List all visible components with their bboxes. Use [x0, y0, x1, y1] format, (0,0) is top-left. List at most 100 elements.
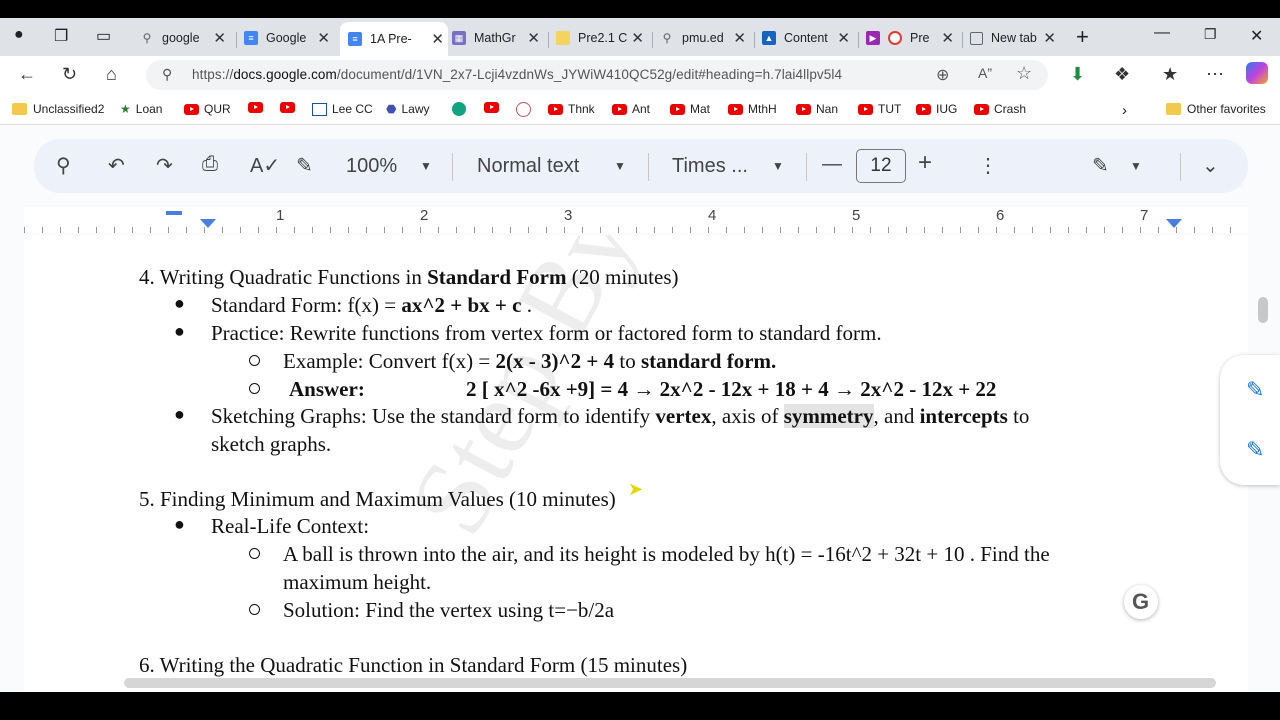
grid-icon: ▦ — [452, 31, 466, 45]
add-comment-icon[interactable]: ✎ — [1246, 377, 1264, 403]
close-icon[interactable]: ✕ — [941, 29, 954, 47]
workspaces-icon[interactable]: ❐ — [54, 26, 68, 46]
text-run: , and — [873, 404, 920, 428]
tab-mathgr[interactable]: ▦ MathGr ✕ — [452, 24, 544, 52]
new-tab-plus-icon[interactable]: + — [1076, 24, 1089, 50]
url-text[interactable]: https://docs.google.com/document/d/1VN_2… — [192, 67, 842, 82]
minimize-icon[interactable]: — — [1154, 24, 1170, 42]
increase-font-size-icon[interactable]: + — [918, 149, 932, 177]
youtube-icon — [858, 103, 873, 115]
close-icon[interactable]: ✕ — [431, 30, 444, 48]
back-arrow-icon[interactable]: ← — [18, 64, 36, 85]
restore-icon[interactable]: ❐ — [1204, 26, 1217, 43]
more-menu-icon[interactable]: ⋯ — [1206, 64, 1224, 85]
zoom-icon[interactable]: ⊕ — [936, 65, 949, 85]
close-icon[interactable]: ✕ — [317, 29, 330, 47]
bookmark-new[interactable] — [516, 102, 531, 117]
bookmark-youtube-2[interactable] — [280, 102, 300, 113]
close-icon[interactable]: ✕ — [837, 29, 850, 47]
bookmark-label: Nan — [816, 102, 839, 116]
print-icon[interactable]: ⎙ — [202, 153, 218, 176]
bookmark-unclassified2[interactable]: Unclassified2 — [12, 102, 104, 116]
more-options-icon[interactable]: ⋮ — [978, 153, 998, 178]
bookmark-lee-cc[interactable]: Lee CC — [312, 102, 373, 116]
chevron-down-icon[interactable]: ▼ — [1130, 159, 1142, 173]
favorites-icon[interactable]: ★ — [1162, 64, 1178, 85]
tab-pre21[interactable]: Pre2.1 C ✕ — [556, 24, 648, 52]
download-icon[interactable]: ⬇ — [1070, 64, 1085, 85]
undo-icon[interactable]: ↶ — [108, 153, 125, 178]
bookmark-lawy[interactable]: ⬣ Lawy — [386, 102, 430, 116]
redo-icon[interactable]: ↷ — [156, 153, 173, 178]
text-run: to — [614, 349, 641, 373]
bookmark-ant[interactable]: Ant — [612, 102, 650, 116]
horizontal-scrollbar[interactable] — [124, 678, 1216, 688]
chevron-down-icon[interactable]: ▼ — [614, 159, 626, 173]
bookmark-youtube-1[interactable] — [248, 102, 268, 113]
bookmark-iug[interactable]: IUG — [916, 102, 957, 116]
indent-marker[interactable] — [166, 211, 182, 215]
bookmark-mat[interactable]: Mat — [670, 102, 710, 116]
lock-icon[interactable]: ⚲ — [162, 66, 172, 83]
close-icon[interactable]: ✕ — [213, 29, 226, 47]
bookmarks-overflow-chevron-icon[interactable]: › — [1122, 102, 1127, 119]
close-icon[interactable]: ✕ — [733, 29, 746, 47]
youtube-icon — [974, 103, 989, 115]
suggest-edits-icon[interactable]: ✎ — [1246, 437, 1264, 463]
favorite-star-icon[interactable]: ☆ — [1016, 63, 1032, 84]
tab-content[interactable]: ▲ Content ✕ — [762, 24, 854, 52]
document-page[interactable]: Step By Step 4. Writing Quadratic Functi… — [24, 235, 1248, 692]
tab-google-search[interactable]: ⚲ google ✕ — [140, 24, 230, 52]
chevron-down-icon[interactable]: ▼ — [420, 159, 432, 173]
ruler[interactable]: 1 2 3 4 5 6 7 — [24, 207, 1248, 233]
editing-mode-pencil-icon[interactable]: ✎ — [1092, 153, 1109, 178]
tab-pre-recording[interactable]: ▶ Pre ✕ — [866, 24, 958, 52]
bookmark-thnk[interactable]: Thnk — [548, 102, 595, 116]
font-select[interactable]: Times ... — [672, 155, 748, 178]
bookmark-label: Other favorites — [1187, 102, 1266, 116]
collapse-toolbar-chevron-icon[interactable]: ⌄ — [1202, 153, 1219, 178]
decrease-font-size-icon[interactable]: — — [822, 153, 842, 176]
profile-icon[interactable]: ● — [14, 26, 24, 44]
sub-bullet-icon — [249, 604, 260, 615]
extensions-icon[interactable]: ❖ — [1114, 64, 1130, 85]
font-size-input[interactable]: 12 — [856, 149, 906, 183]
bookmark-nan[interactable]: Nan — [796, 102, 838, 116]
bookmark-green[interactable] — [452, 102, 466, 116]
spellcheck-icon[interactable]: A✓ — [250, 153, 280, 178]
bookmark-loan[interactable]: ★ Loan — [120, 102, 162, 116]
tab-new-tab[interactable]: New tab ✕ — [970, 24, 1060, 52]
bookmark-crash[interactable]: Crash — [974, 102, 1026, 116]
tab-1a-pre-active[interactable]: ≡ 1A Pre- ✕ — [340, 22, 448, 56]
read-aloud-icon[interactable]: A” — [978, 65, 992, 81]
window-close-icon[interactable]: ✕ — [1250, 26, 1263, 46]
address-bar[interactable]: ⚲ https://docs.google.com/document/d/1VN… — [146, 60, 1048, 90]
right-margin-marker[interactable] — [1166, 219, 1182, 228]
tab-google-docs[interactable]: ≡ Google ✕ — [244, 24, 334, 52]
bookmark-youtube-3[interactable] — [484, 102, 504, 113]
zoom-select[interactable]: 100% — [346, 155, 397, 178]
left-margin-marker[interactable] — [200, 219, 216, 228]
bookmark-other-favorites[interactable]: Other favorites — [1166, 102, 1266, 116]
paragraph-style-select[interactable]: Normal text — [477, 155, 579, 178]
close-icon[interactable]: ✕ — [527, 29, 540, 47]
bullet-icon: ● — [174, 321, 185, 341]
close-icon[interactable]: ✕ — [631, 29, 644, 47]
close-icon[interactable]: ✕ — [1043, 29, 1056, 47]
copilot-icon[interactable] — [1246, 62, 1268, 84]
text-run: (20 minutes) — [566, 265, 679, 289]
search-menus-icon[interactable]: ⚲ — [56, 153, 71, 178]
triangle-icon: ▲ — [762, 31, 776, 45]
tab-pmu[interactable]: ⚲ pmu.ed ✕ — [660, 24, 750, 52]
bookmark-tut[interactable]: TUT — [858, 102, 901, 116]
bookmark-mthh[interactable]: MthH — [728, 102, 777, 116]
bookmark-qur[interactable]: QUR — [184, 102, 231, 116]
chevron-down-icon[interactable]: ▼ — [772, 159, 784, 173]
grammarly-icon[interactable]: G — [1124, 585, 1158, 619]
vertical-scrollbar[interactable] — [1258, 297, 1268, 323]
paint-format-icon[interactable]: ✎ — [296, 153, 313, 178]
home-icon[interactable]: ⌂ — [106, 64, 117, 85]
refresh-icon[interactable]: ↻ — [62, 64, 77, 85]
tab-separator — [962, 32, 963, 48]
tab-actions-icon[interactable]: ▭ — [96, 26, 111, 46]
